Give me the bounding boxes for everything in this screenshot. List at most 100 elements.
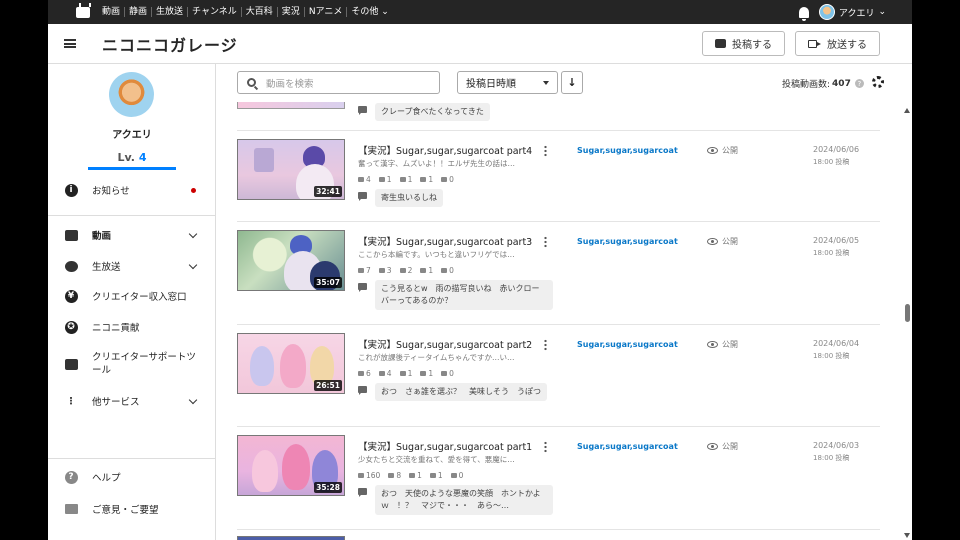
comment-text: こう見るとw 雨の描写良いね 赤いクローバーってあるのか？ [375,280,553,310]
sidebar-item-live[interactable]: 生放送 [48,254,216,278]
video-count: 投稿動画数: 407 ? [782,77,864,90]
global-nav-live[interactable]: 生放送 [152,7,189,17]
sort-select[interactable]: 投稿日時順 [457,71,558,94]
gear-icon[interactable] [872,76,884,88]
comment-icon [358,488,367,497]
video-count-label: 投稿動画数: [782,80,831,90]
post-time: 18:00 投稿 [813,158,850,166]
scroll-up-icon[interactable] [904,108,910,113]
video-title[interactable]: 【実況】Sugar,sugar,sugarcoat part2 [358,337,532,351]
global-nav-other-label: その他 [351,7,379,17]
avatar[interactable] [109,72,154,117]
global-nav-channel[interactable]: チャンネル [188,7,242,17]
sidebar-item-label: クリエイターサポートツール [92,352,196,376]
mail-icon [64,504,78,514]
global-nav-dic[interactable]: 大百科 [242,7,278,17]
play-count: 7 [358,266,371,275]
sidebar-item-label: クリエイター収入窓口 [92,292,187,303]
niconico-logo-icon[interactable] [76,2,91,18]
brand-title[interactable]: ニコニコガレージ [102,32,238,56]
more-options-icon[interactable] [544,339,547,351]
video-list: クレープ食べたくなってきた 32:41 【実況】Sugar,sugar,suga… [216,102,896,540]
video-thumbnail[interactable] [237,102,345,109]
series-link[interactable]: Sugar,sugar,sugarcoat [577,340,678,349]
like-count: 1 [409,471,422,480]
visibility-label: 公開 [722,442,738,451]
scrollbar[interactable] [902,108,912,540]
video-thumbnail[interactable]: 35:28 [237,435,345,496]
scrollbar-thumb[interactable] [905,304,910,322]
comment-text: おつ 天使のような悪魔の笑顔 ホントかよｗ ！？ マジで・・・ あら～… [375,485,553,515]
sort-direction-button[interactable]: ↓ [561,71,583,94]
post-date: 2024/06/05 [813,236,860,245]
play-count: 6 [358,369,371,378]
global-nav-jikkyo[interactable]: 実況 [278,7,305,17]
broadcast-button[interactable]: 放送する [795,31,880,56]
comment-text: クレープ食べたくなってきた [375,103,490,121]
avatar [818,4,835,20]
video-stats: 4 1 1 1 0 [358,175,454,184]
search-icon [247,78,256,87]
sidebar-item-notices[interactable]: i お知らせ [48,178,216,202]
series-link[interactable]: Sugar,sugar,sugarcoat [577,237,678,246]
video-thumbnail[interactable]: 35:07 [237,230,345,291]
list-item: クレープ食べたくなってきた [237,102,880,131]
video-thumbnail[interactable] [237,536,345,540]
global-nav-nanime[interactable]: Nアニメ [305,7,348,17]
chevron-down-icon [188,229,198,238]
sidebar-item-contribution[interactable]: ✪ ニコニ貢献 [48,315,216,339]
user-menu[interactable]: アクエリ ⌄ [818,4,886,20]
scroll-down-icon[interactable] [904,533,910,538]
comment-icon [358,283,367,292]
global-nav-video[interactable]: 動画 [98,7,126,17]
sidebar-item-label: ご意見・ご要望 [92,505,159,516]
latest-comment: おつ 天使のような悪魔の笑顔 ホントかよｗ ！？ マジで・・・ あら～… [358,485,553,515]
more-options-icon[interactable] [544,145,547,157]
post-time: 18:00 投稿 [813,352,850,360]
gift-count: 0 [441,175,454,184]
more-options-icon[interactable] [544,236,547,248]
sidebar-item-help[interactable]: ? ヘルプ [48,465,216,489]
comment-count: 1 [379,175,392,184]
video-title[interactable]: 【実況】Sugar,sugar,sugarcoat part4 [358,143,532,157]
sidebar-item-support-tool[interactable]: クリエイターサポートツール [48,349,216,379]
post-button[interactable]: 投稿する [702,31,785,56]
sidebar-item-video[interactable]: 動画 [48,223,216,247]
sidebar-item-label: 生放送 [92,262,121,273]
video-title[interactable]: 【実況】Sugar,sugar,sugarcoat part3 [358,234,532,248]
global-nav-other[interactable]: その他 ⌄ [347,7,392,17]
latest-comment: クレープ食べたくなってきた [358,103,490,121]
comment-count: 8 [388,471,401,480]
unread-dot [191,187,196,193]
medal-icon: ✪ [64,320,78,334]
help-icon[interactable]: ? [854,79,864,88]
like-count: 1 [400,369,413,378]
video-title[interactable]: 【実況】Sugar,sugar,sugarcoat part1 [358,439,532,453]
post-button-label: 投稿する [732,40,772,51]
garage-header: ニコニコガレージ 投稿する 放送する [48,24,912,64]
main-content: 動画を検索 投稿日時順 ↓ 投稿動画数: 407 ? クレープ食べたくなってきた … [216,64,912,540]
more-options-icon[interactable] [544,441,547,453]
sidebar-item-other-services[interactable]: ⋮ 他サービス [48,389,216,413]
bell-icon[interactable] [798,6,809,21]
list-item: 35:28 【実況】Sugar,sugar,sugarcoat part1 少女… [237,427,880,530]
video-duration: 35:07 [314,277,342,288]
series-link[interactable]: Sugar,sugar,sugarcoat [577,442,678,451]
global-nav-bar: 動画 静画 生放送 チャンネル 大百科 実況 Nアニメ その他 ⌄ アクエリ ⌄ [48,0,912,24]
series-link[interactable]: Sugar,sugar,sugarcoat [577,146,678,155]
list-item: 35:07 【実況】Sugar,sugar,sugarcoat part3 ここ… [237,222,880,325]
comment-count: 3 [379,266,392,275]
video-description: これが放課後ティータイムちゃんですか…い… [358,353,515,362]
thumbnail-figure [252,450,278,492]
like-count: 2 [400,266,413,275]
user-name: アクエリ [838,8,875,19]
gift-count: 0 [451,471,464,480]
sidebar-item-creator-income[interactable]: ¥ クリエイター収入窓口 [48,284,216,308]
hamburger-menu-icon[interactable] [64,39,76,48]
search-input[interactable]: 動画を検索 [237,71,440,94]
video-thumbnail[interactable]: 32:41 [237,139,345,200]
video-thumbnail[interactable]: 26:51 [237,333,345,394]
sidebar-item-feedback[interactable]: ご意見・ご要望 [48,497,216,521]
play-count: 4 [358,175,371,184]
global-nav-seiga[interactable]: 静画 [125,7,153,17]
